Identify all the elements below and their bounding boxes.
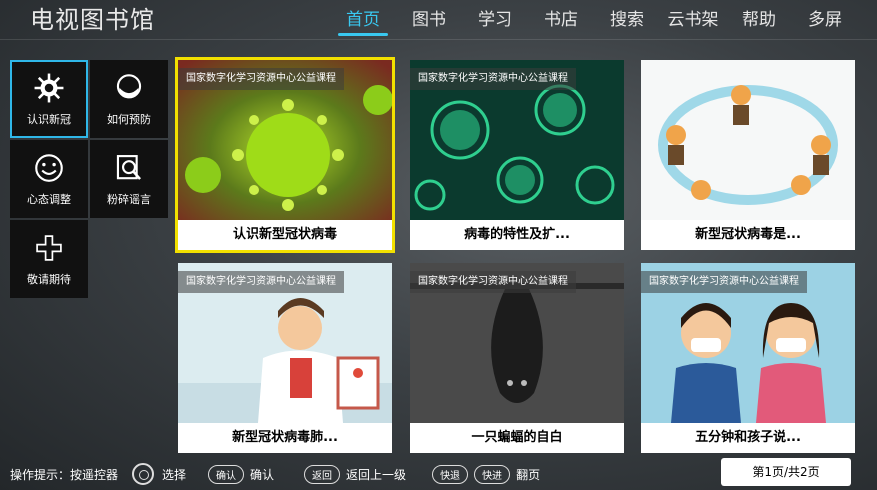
course-badge: 国家数字化学习资源中心公益课程 bbox=[410, 68, 576, 90]
nav-help[interactable]: 帮助 bbox=[726, 8, 792, 36]
remote-dpad-icon bbox=[132, 463, 155, 485]
course-card[interactable]: 国家数字化学习资源中心公益课程 五分钟和孩子说... bbox=[641, 263, 855, 453]
virus-icon bbox=[34, 73, 64, 103]
rewind-key-badge: 快退 bbox=[432, 464, 469, 484]
page-turn-label: 翻页 bbox=[516, 467, 541, 482]
sidebar-item-label: 认识新冠 bbox=[27, 113, 71, 126]
course-title: 新型冠状病毒是... bbox=[641, 220, 855, 250]
sidebar-item-coming-soon[interactable]: 敬请期待 bbox=[10, 220, 88, 298]
back-key-badge: 返回 bbox=[304, 464, 341, 484]
smile-icon bbox=[35, 154, 63, 182]
top-nav: 首页 图书 学习 书店 搜索 云书架 帮助 多屏 bbox=[330, 8, 858, 36]
course-card[interactable]: 国家数字化学习资源中心公益课程 一只蝙蝠的自白 bbox=[410, 263, 624, 453]
app-logo: 电视图书馆 bbox=[30, 6, 155, 34]
nav-learn[interactable]: 学习 bbox=[462, 8, 528, 36]
course-title: 五分钟和孩子说... bbox=[641, 423, 855, 453]
course-card[interactable]: 国家数字化学习资源中心公益课程 病毒的特性及扩... bbox=[410, 60, 624, 250]
course-title: 病毒的特性及扩... bbox=[410, 220, 624, 250]
sidebar-item-label: 敬请期待 bbox=[27, 273, 71, 286]
ok-label: 确认 bbox=[250, 467, 275, 482]
course-title: 认识新型冠状病毒 bbox=[178, 220, 392, 250]
sidebar-item-label: 粉碎谣言 bbox=[107, 193, 151, 206]
rumor-icon bbox=[116, 155, 142, 180]
back-label: 返回上一级 bbox=[346, 467, 407, 482]
sidebar-item-know-covid[interactable]: 认识新冠 bbox=[10, 60, 88, 138]
plus-icon bbox=[36, 235, 62, 261]
fast-forward-key-badge: 快进 bbox=[474, 464, 511, 484]
sidebar-item-prevention[interactable]: 如何预防 bbox=[90, 60, 168, 138]
page-indicator[interactable]: 第1页/共2页 bbox=[721, 458, 851, 486]
hint-text: 操作提示：按遥控器 bbox=[10, 467, 119, 482]
nav-search[interactable]: 搜索 bbox=[594, 8, 660, 36]
course-badge: 国家数字化学习资源中心公益课程 bbox=[178, 68, 344, 90]
course-badge: 国家数字化学习资源中心公益课程 bbox=[641, 271, 807, 293]
nav-books[interactable]: 图书 bbox=[396, 8, 462, 36]
nav-cloud-shelf[interactable]: 云书架 bbox=[660, 8, 726, 36]
mask-icon bbox=[116, 74, 142, 99]
nav-store[interactable]: 书店 bbox=[528, 8, 594, 36]
course-card[interactable]: 国家数字化学习资源中心公益课程 新型冠状病毒肺... bbox=[178, 263, 392, 453]
course-card[interactable]: 国家数字化学习资源中心公益课程 认识新型冠状病毒 bbox=[175, 57, 395, 253]
course-title: 新型冠状病毒肺... bbox=[178, 423, 392, 453]
header-divider bbox=[0, 39, 877, 40]
course-badge: 国家数字化学习资源中心公益课程 bbox=[410, 271, 576, 293]
sidebar-item-label: 心态调整 bbox=[27, 193, 71, 206]
nav-home[interactable]: 首页 bbox=[330, 8, 396, 36]
ok-key-badge: 确认 bbox=[208, 464, 245, 484]
sidebar-item-label: 如何预防 bbox=[107, 113, 151, 126]
select-label: 选择 bbox=[162, 467, 187, 482]
course-title: 一只蝙蝠的自白 bbox=[410, 423, 624, 453]
nav-multiscreen[interactable]: 多屏 bbox=[792, 8, 858, 36]
course-card[interactable]: 新型冠状病毒是... bbox=[641, 60, 855, 250]
course-thumbnail bbox=[641, 60, 855, 220]
sidebar-item-rumors[interactable]: 粉碎谣言 bbox=[90, 140, 168, 218]
course-badge: 国家数字化学习资源中心公益课程 bbox=[178, 271, 344, 293]
sidebar-item-mindset[interactable]: 心态调整 bbox=[10, 140, 88, 218]
